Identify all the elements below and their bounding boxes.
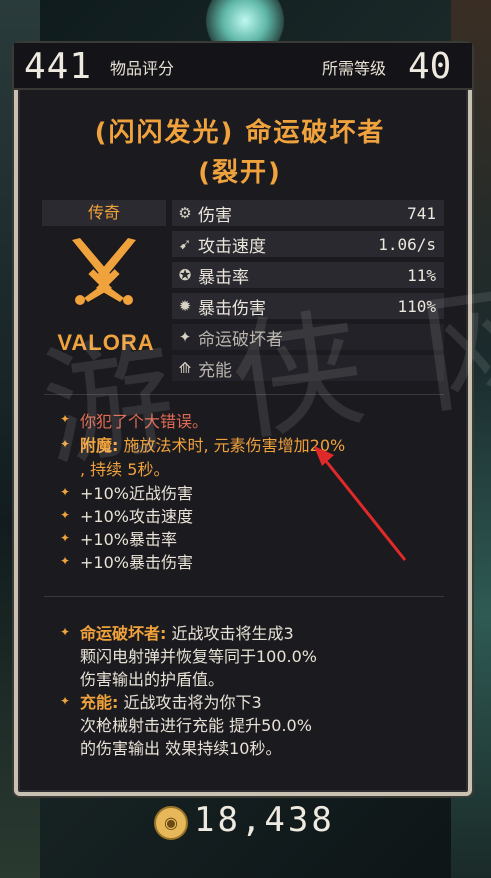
annotation-arrow <box>314 446 407 561</box>
